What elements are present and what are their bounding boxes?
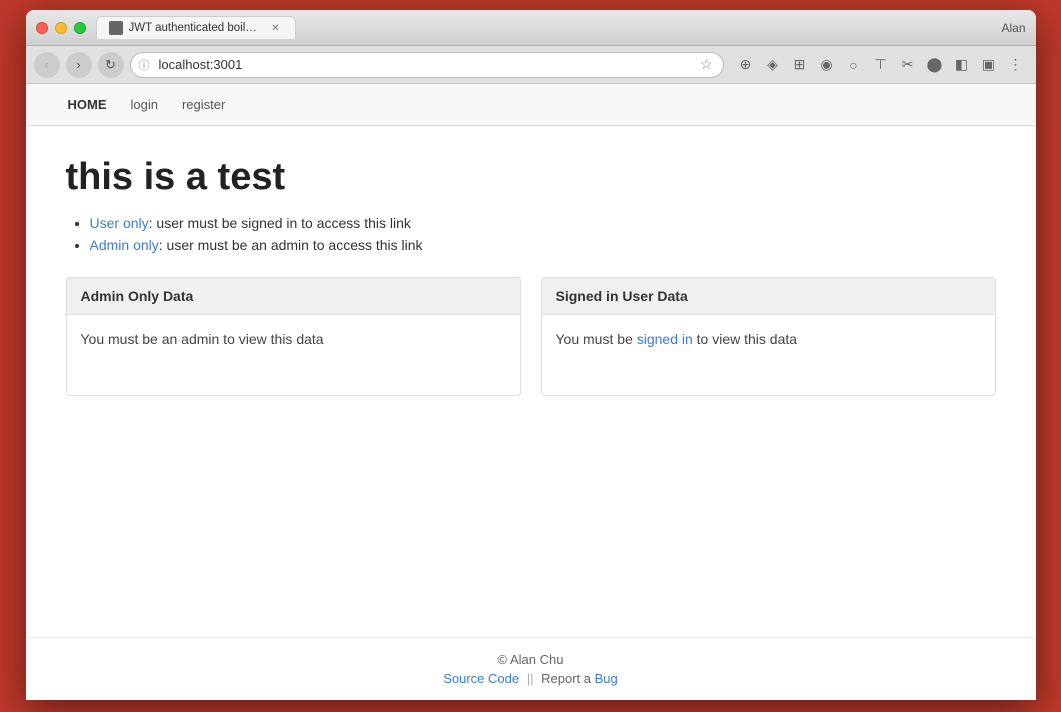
source-code-link[interactable]: Source Code: [443, 671, 519, 686]
admin-box-header: Admin Only Data: [67, 278, 520, 315]
signed-in-link[interactable]: signed in: [637, 331, 693, 347]
user-box-header: Signed in User Data: [542, 278, 995, 315]
user-name: Alan: [1001, 21, 1025, 35]
admin-data-box: Admin Only Data You must be an admin to …: [66, 277, 521, 396]
page-footer: © Alan Chu Source Code || Report a Bug: [26, 637, 1036, 700]
page-title: this is a test: [66, 156, 996, 199]
user-box-body: You must be signed in to view this data: [542, 315, 995, 395]
extension-icon-6[interactable]: ✂: [896, 53, 920, 77]
bookmark-icon[interactable]: ☆: [700, 56, 713, 73]
tab-close-icon[interactable]: ✕: [269, 21, 283, 35]
user-data-box: Signed in User Data You must be signed i…: [541, 277, 996, 396]
nav-home[interactable]: HOME: [66, 93, 109, 116]
admin-only-link[interactable]: Admin only: [90, 237, 159, 253]
url-bar[interactable]: ⓘ localhost:3001 ☆: [130, 52, 724, 78]
tab-area: JWT authenticated boilerplate ✕: [96, 16, 1002, 39]
title-bar: JWT authenticated boilerplate ✕ Alan: [26, 10, 1036, 46]
translate-icon[interactable]: ⊕: [734, 53, 758, 77]
back-button[interactable]: ‹: [34, 52, 60, 78]
user-box-text-prefix: You must be: [556, 331, 637, 347]
links-list: User only: user must be signed in to acc…: [66, 215, 996, 253]
bug-link[interactable]: Bug: [595, 671, 618, 686]
browser-window: JWT authenticated boilerplate ✕ Alan ‹ ›…: [26, 10, 1036, 700]
toolbar-icons: ⊕ ◈ ⊞ ◉ ○ ⊤ ✂ ⬤ ◧ ▣ ⋮: [734, 53, 1028, 77]
extension-icon-9[interactable]: ▣: [977, 53, 1001, 77]
extension-icon-3[interactable]: ◉: [815, 53, 839, 77]
list-item: User only: user must be signed in to acc…: [90, 215, 996, 231]
maximize-button[interactable]: [74, 22, 86, 34]
url-text: localhost:3001: [159, 57, 243, 72]
close-button[interactable]: [36, 22, 48, 34]
forward-button[interactable]: ›: [66, 52, 92, 78]
admin-only-text: : user must be an admin to access this l…: [159, 237, 423, 253]
traffic-lights: [36, 22, 86, 34]
extension-icon-1[interactable]: ◈: [761, 53, 785, 77]
nav-login[interactable]: login: [129, 93, 160, 116]
site-navbar: HOME login register: [26, 84, 1036, 126]
extension-icon-5[interactable]: ⊤: [869, 53, 893, 77]
extension-icon-2[interactable]: ⊞: [788, 53, 812, 77]
extension-icon-8[interactable]: ◧: [950, 53, 974, 77]
footer-report-text: Report a: [541, 671, 591, 686]
secure-icon: ⓘ: [139, 57, 150, 73]
menu-icon[interactable]: ⋮: [1004, 53, 1028, 77]
browser-tab[interactable]: JWT authenticated boilerplate ✕: [96, 16, 296, 39]
page-content: this is a test User only: user must be s…: [26, 126, 1036, 637]
refresh-button[interactable]: ↻: [98, 52, 124, 78]
admin-box-body: You must be an admin to view this data: [67, 315, 520, 395]
nav-register[interactable]: register: [180, 93, 227, 116]
data-boxes: Admin Only Data You must be an admin to …: [66, 277, 996, 396]
user-only-link[interactable]: User only: [90, 215, 149, 231]
user-only-text: : user must be signed in to access this …: [149, 215, 411, 231]
list-item: Admin only: user must be an admin to acc…: [90, 237, 996, 253]
address-bar: ‹ › ↻ ⓘ localhost:3001 ☆ ⊕ ◈ ⊞ ◉ ○ ⊤ ✂ ⬤…: [26, 46, 1036, 84]
footer-copyright: © Alan Chu: [46, 652, 1016, 667]
extension-icon-4[interactable]: ○: [842, 53, 866, 77]
tab-label: JWT authenticated boilerplate: [129, 22, 263, 34]
minimize-button[interactable]: [55, 22, 67, 34]
footer-separator: ||: [527, 671, 534, 686]
tab-favicon-icon: [109, 21, 123, 35]
footer-links: Source Code || Report a Bug: [46, 671, 1016, 686]
extension-icon-7[interactable]: ⬤: [923, 53, 947, 77]
user-box-text-suffix: to view this data: [693, 331, 797, 347]
